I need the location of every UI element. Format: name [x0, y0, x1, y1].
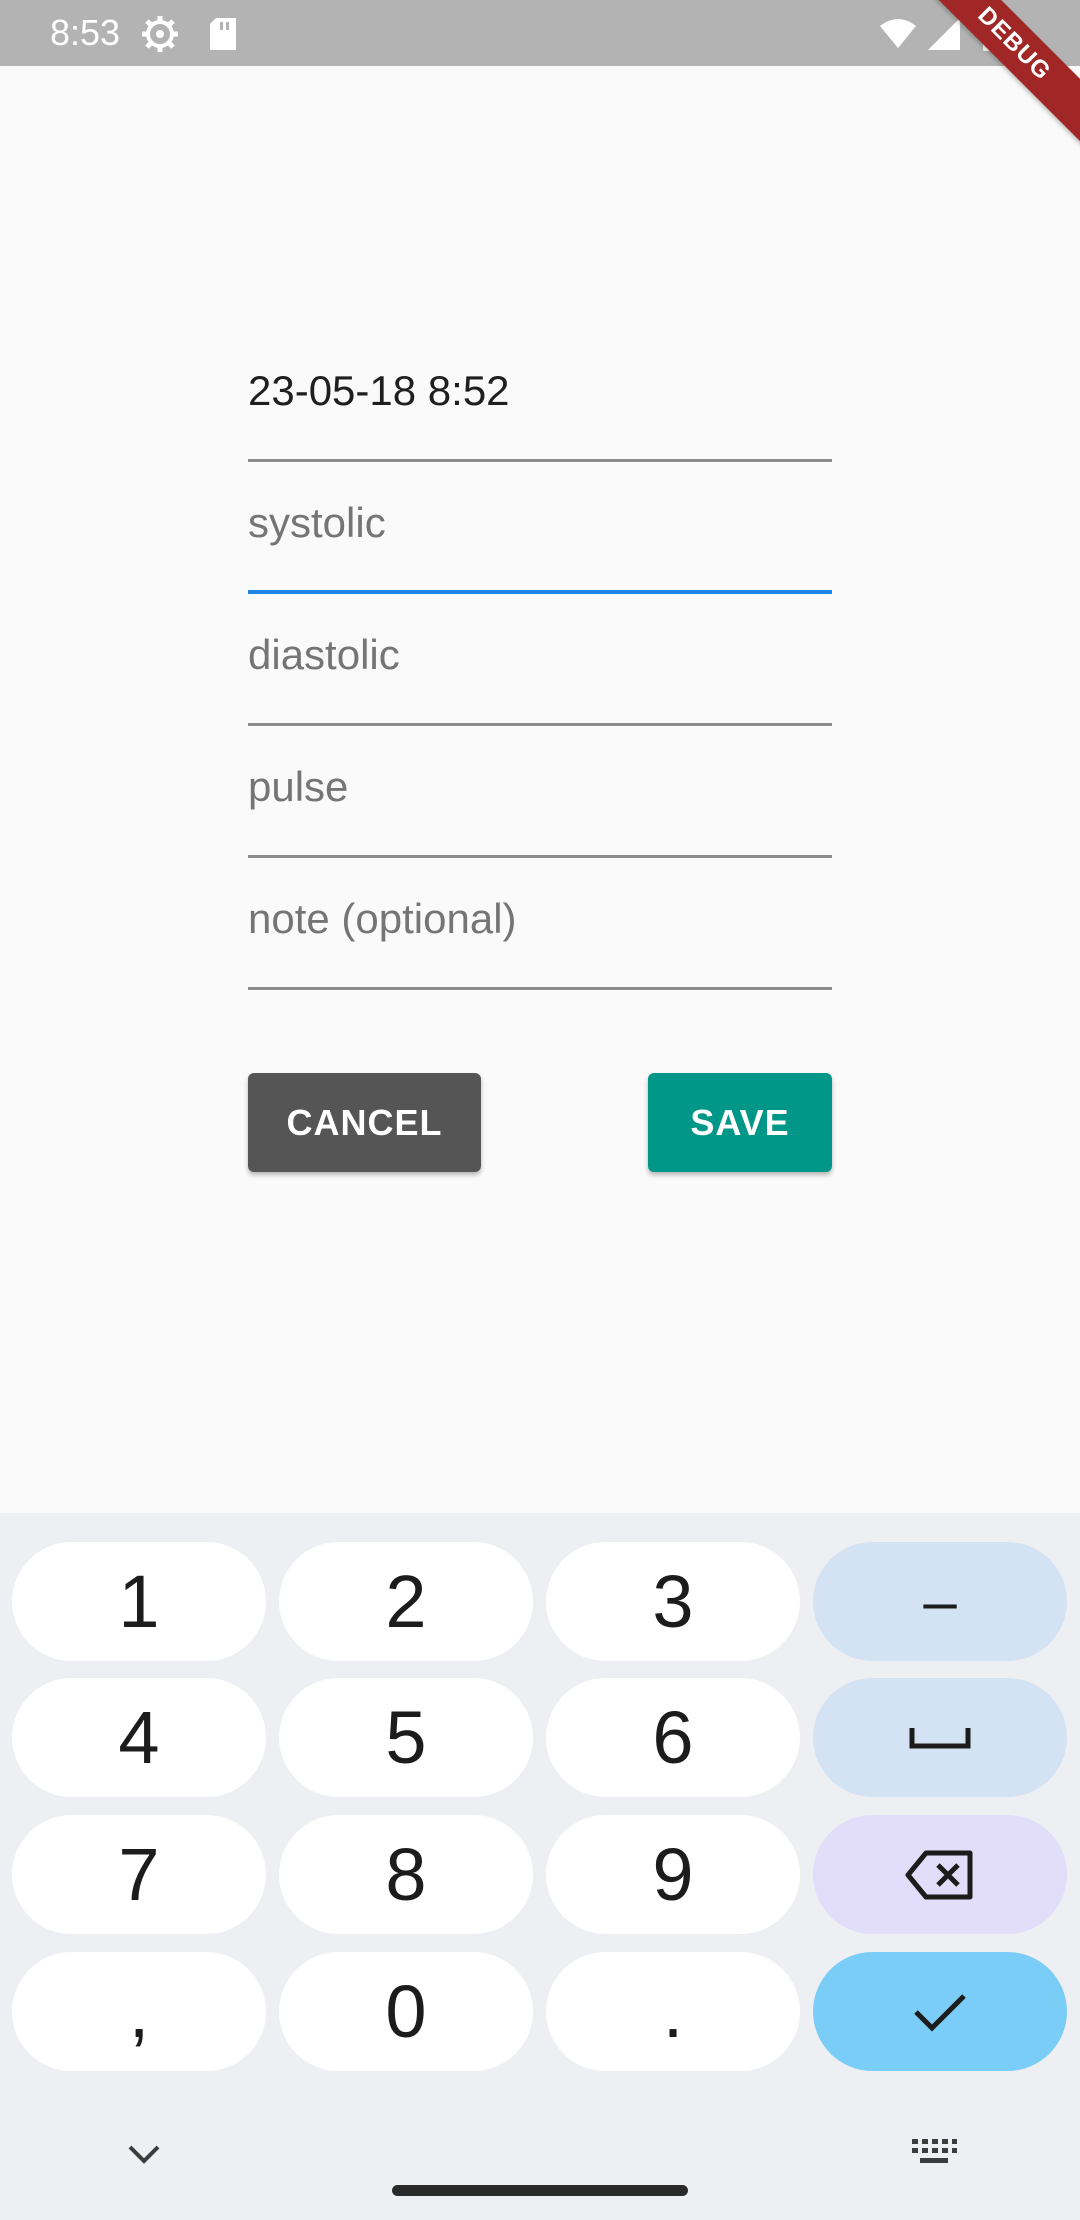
key-comma[interactable]: ,: [12, 1952, 266, 2071]
space-icon: [909, 1727, 971, 1748]
key-6[interactable]: 6: [546, 1678, 800, 1797]
chevron-down-icon[interactable]: [124, 2139, 164, 2169]
status-bar: 8:53: [0, 0, 1080, 66]
datetime-field[interactable]: 23-05-18 8:52: [248, 330, 832, 462]
key-3[interactable]: 3: [546, 1542, 800, 1661]
key-minus[interactable]: –: [813, 1542, 1067, 1661]
key-9[interactable]: 9: [546, 1815, 800, 1934]
wifi-icon: [880, 19, 916, 48]
datetime-value: 23-05-18 8:52: [248, 367, 510, 414]
blood-pressure-form: 23-05-18 8:52 systolic diastolic pulse n…: [248, 330, 832, 990]
key-1[interactable]: 1: [12, 1542, 266, 1661]
key-0[interactable]: 0: [279, 1952, 533, 2071]
key-period[interactable]: .: [546, 1952, 800, 2071]
status-time: 8:53: [50, 12, 121, 53]
note-placeholder: note (optional): [248, 895, 517, 942]
numeric-keyboard: 1 2 3 – 4 5 6 7 8 9 , 0 .: [0, 1513, 1080, 2220]
settings-icon: [142, 16, 178, 52]
home-indicator[interactable]: [392, 2185, 688, 2196]
form-buttons: CANCEL SAVE: [248, 1073, 832, 1172]
save-button[interactable]: SAVE: [648, 1073, 832, 1172]
backspace-icon: [905, 1850, 973, 1899]
pulse-input[interactable]: pulse: [248, 726, 832, 858]
key-7[interactable]: 7: [12, 1815, 266, 1934]
key-backspace[interactable]: [813, 1815, 1067, 1934]
diastolic-placeholder: diastolic: [248, 631, 400, 678]
systolic-placeholder: systolic: [248, 499, 386, 546]
key-8[interactable]: 8: [279, 1815, 533, 1934]
key-5[interactable]: 5: [279, 1678, 533, 1797]
note-input[interactable]: note (optional): [248, 858, 832, 990]
key-done[interactable]: [813, 1952, 1067, 2071]
diastolic-input[interactable]: diastolic: [248, 594, 832, 726]
systolic-input[interactable]: systolic: [248, 462, 832, 594]
keyboard-icon[interactable]: [910, 2137, 958, 2171]
key-4[interactable]: 4: [12, 1678, 266, 1797]
key-2[interactable]: 2: [279, 1542, 533, 1661]
checkmark-icon: [914, 1993, 966, 2032]
cancel-button[interactable]: CANCEL: [248, 1073, 481, 1172]
key-space[interactable]: [813, 1678, 1067, 1797]
pulse-placeholder: pulse: [248, 763, 349, 810]
sd-card-icon: [210, 18, 236, 50]
note-underline: [248, 987, 832, 990]
